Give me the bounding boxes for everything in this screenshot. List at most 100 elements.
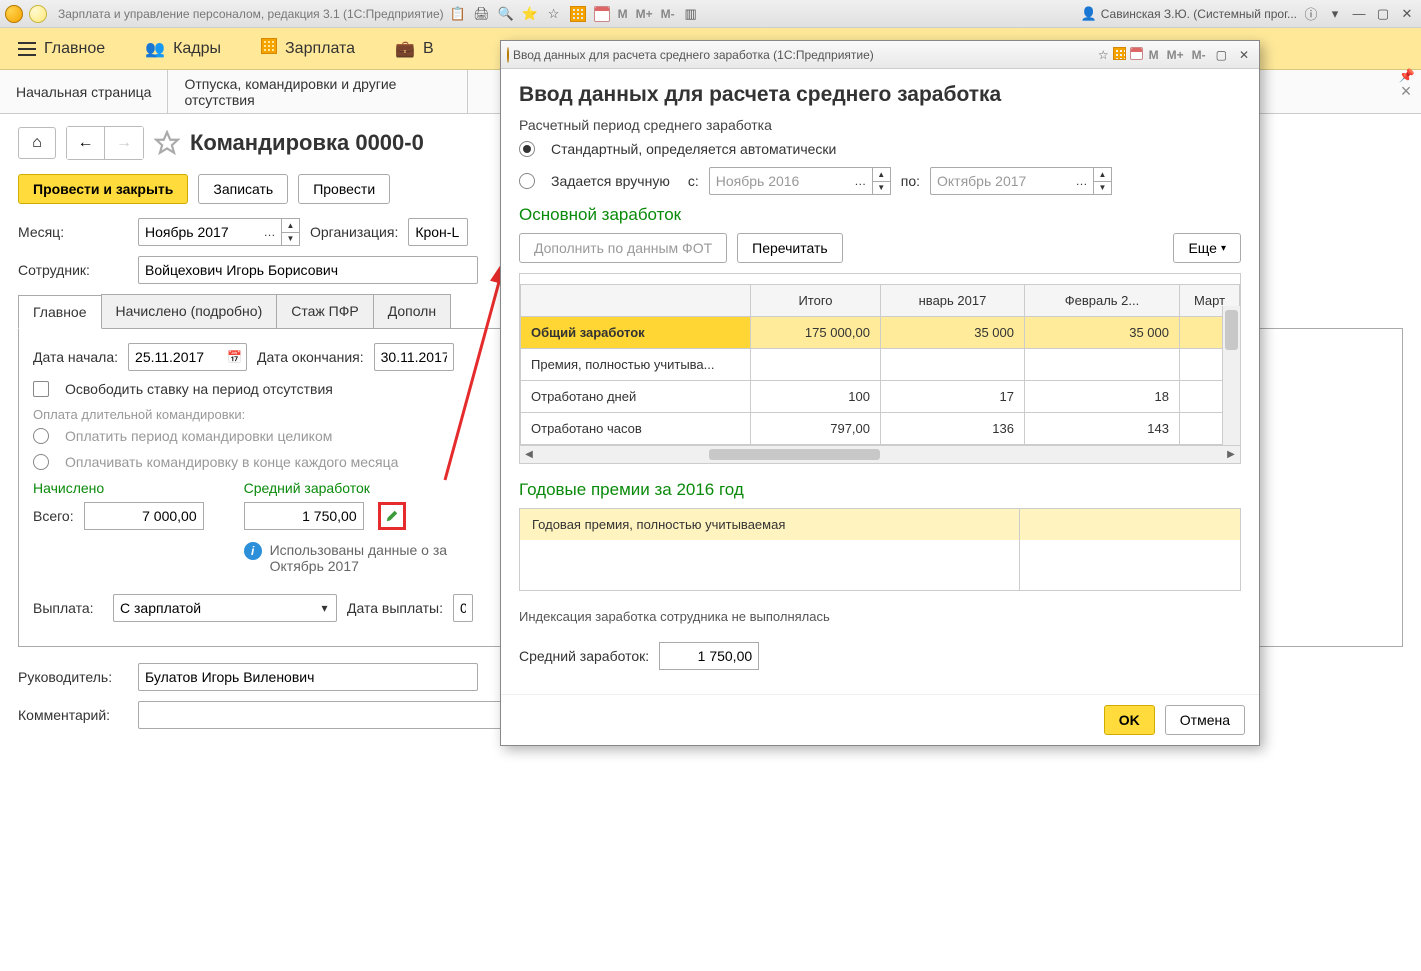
back-button[interactable]: ← <box>67 127 105 159</box>
calc-menu-icon <box>261 38 277 59</box>
hamburger-icon <box>18 42 36 56</box>
user-name[interactable]: Савинская З.Ю. (Системный прог... <box>1101 7 1297 21</box>
annual-bonus-row[interactable]: Годовая премия, полностью учитываемая <box>520 509 1240 540</box>
favorite-icon[interactable]: ⭐ <box>520 4 540 24</box>
ok-button[interactable]: OK <box>1104 705 1155 735</box>
toolbar-icon-2[interactable]: 🖨 <box>472 4 492 24</box>
row-total-earnings[interactable]: Общий заработок 175 000,00 35 000 35 000 <box>521 317 1240 349</box>
col-jan[interactable]: нварь 2017 <box>881 285 1025 317</box>
radio-standard[interactable] <box>519 141 535 157</box>
col-total[interactable]: Итого <box>751 285 881 317</box>
tab-accrued-detail[interactable]: Начислено (подробно) <box>101 294 278 328</box>
dialog-m-plus-badge[interactable]: M+ <box>1165 48 1186 62</box>
from-picker-icon: … <box>849 167 873 195</box>
employee-input[interactable] <box>138 256 478 284</box>
toolbar-icon-1[interactable]: 📋 <box>448 4 468 24</box>
row-bonus[interactable]: Премия, полностью учитыва... <box>521 349 1240 381</box>
dropdown-arrow-icon[interactable]: ▾ <box>1325 4 1345 24</box>
dialog-m-minus-badge[interactable]: M- <box>1190 48 1208 62</box>
calc-icon[interactable] <box>568 4 588 24</box>
close-icon[interactable]: ✕ <box>1397 4 1417 24</box>
free-rate-checkbox[interactable] <box>33 381 49 397</box>
cancel-button[interactable]: Отмена <box>1165 705 1245 735</box>
date-start-picker-icon[interactable]: 📅 <box>223 343 247 371</box>
earnings-table: Итого нварь 2017 Февраль 2... Март Общий… <box>520 284 1240 445</box>
recalc-button[interactable]: Перечитать <box>737 233 843 263</box>
menu-main[interactable]: Главное <box>18 40 105 58</box>
post-and-close-button[interactable]: Провести и закрыть <box>18 174 188 204</box>
month-input[interactable] <box>138 218 258 246</box>
minimize-icon[interactable]: — <box>1349 4 1369 24</box>
to-picker-icon: … <box>1070 167 1094 195</box>
tab-additional[interactable]: Дополн <box>373 294 451 328</box>
avg-input[interactable] <box>244 502 364 530</box>
calendar-icon[interactable] <box>592 4 612 24</box>
dialog-maximize-icon[interactable]: ▢ <box>1212 48 1231 62</box>
m-minus-badge[interactable]: M- <box>659 7 677 21</box>
tab-start-page[interactable]: Начальная страница <box>0 70 168 113</box>
dialog-calendar-icon[interactable] <box>1130 47 1143 63</box>
dialog-fav-icon[interactable]: ☆ <box>1098 48 1109 62</box>
row-hours[interactable]: Отработано часов 797,00 136 143 <box>521 413 1240 445</box>
dialog-close-icon[interactable]: ✕ <box>1235 48 1253 62</box>
dialog-calc-icon[interactable] <box>1113 47 1126 63</box>
menu-more-label: В <box>423 40 434 58</box>
dropdown-icon[interactable] <box>28 4 48 24</box>
save-button[interactable]: Записать <box>198 174 288 204</box>
radio-pay-full <box>33 428 49 444</box>
menu-more[interactable]: 💼 В <box>395 39 434 59</box>
cell: 100 <box>751 381 881 413</box>
cell: Общий заработок <box>521 317 751 349</box>
edit-avg-button[interactable] <box>378 502 406 530</box>
dialog-logo-icon <box>507 48 509 62</box>
document-title: Командировка 0000-0 <box>190 130 424 156</box>
payout-dropdown-icon[interactable]: ▾ <box>313 594 337 622</box>
info-icon[interactable]: ⓘ <box>1301 4 1321 24</box>
col-feb[interactable]: Февраль 2... <box>1024 285 1179 317</box>
period-label: Расчетный период среднего заработка <box>519 117 1241 133</box>
free-rate-label: Освободить ставку на период отсутствия <box>65 381 333 397</box>
pin-icon[interactable]: 📌 <box>1399 68 1415 84</box>
total-label: Всего: <box>33 508 74 524</box>
radio-manual[interactable] <box>519 173 535 189</box>
m-badge[interactable]: M <box>616 7 630 21</box>
cell <box>1024 349 1179 381</box>
m-plus-badge[interactable]: M+ <box>634 7 655 21</box>
col-name[interactable] <box>521 285 751 317</box>
month-picker-icon[interactable]: … <box>258 218 282 246</box>
annual-bonus-name: Годовая премия, полностью учитываемая <box>520 509 1020 540</box>
dialog-avg-input[interactable] <box>659 642 759 670</box>
tab-pfr[interactable]: Стаж ПФР <box>276 294 373 328</box>
post-button[interactable]: Провести <box>298 174 390 204</box>
history-icon[interactable]: ☆ <box>544 4 564 24</box>
date-end-input[interactable] <box>374 343 454 371</box>
payout-label: Выплата: <box>33 600 103 616</box>
date-start-input[interactable] <box>128 343 223 371</box>
month-spinner[interactable]: ▲▼ <box>282 218 300 246</box>
app-titlebar: Зарплата и управление персоналом, редакц… <box>0 0 1421 28</box>
toolbar-icon-3[interactable]: 🔍 <box>496 4 516 24</box>
manager-input[interactable] <box>138 663 478 691</box>
row-days[interactable]: Отработано дней 100 17 18 <box>521 381 1240 413</box>
total-input[interactable] <box>84 502 204 530</box>
tab-absences[interactable]: Отпуска, командировки и другие отсутстви… <box>168 70 468 113</box>
cell: 35 000 <box>1024 317 1179 349</box>
table-hscrollbar[interactable]: ◀ ▶ <box>520 445 1240 463</box>
panels-icon[interactable]: ▥ <box>681 4 701 24</box>
tab-main[interactable]: Главное <box>18 295 102 329</box>
maximize-icon[interactable]: ▢ <box>1373 4 1393 24</box>
table-vscrollbar[interactable] <box>1222 306 1240 463</box>
menu-salary[interactable]: Зарплата <box>261 38 355 59</box>
hscroll-left-icon[interactable]: ◀ <box>520 449 538 460</box>
payout-date-input[interactable] <box>453 594 473 622</box>
org-input[interactable] <box>408 218 468 246</box>
people-icon: 👥 <box>145 39 165 59</box>
employee-label: Сотрудник: <box>18 262 128 278</box>
dialog-m-badge[interactable]: M <box>1147 48 1161 62</box>
menu-staff[interactable]: 👥 Кадры <box>145 39 221 59</box>
more-button[interactable]: Еще ▾ <box>1173 233 1241 263</box>
home-button[interactable]: ⌂ <box>18 127 56 159</box>
payout-input[interactable] <box>113 594 313 622</box>
hscroll-right-icon[interactable]: ▶ <box>1222 449 1240 460</box>
star-icon[interactable] <box>154 130 180 156</box>
